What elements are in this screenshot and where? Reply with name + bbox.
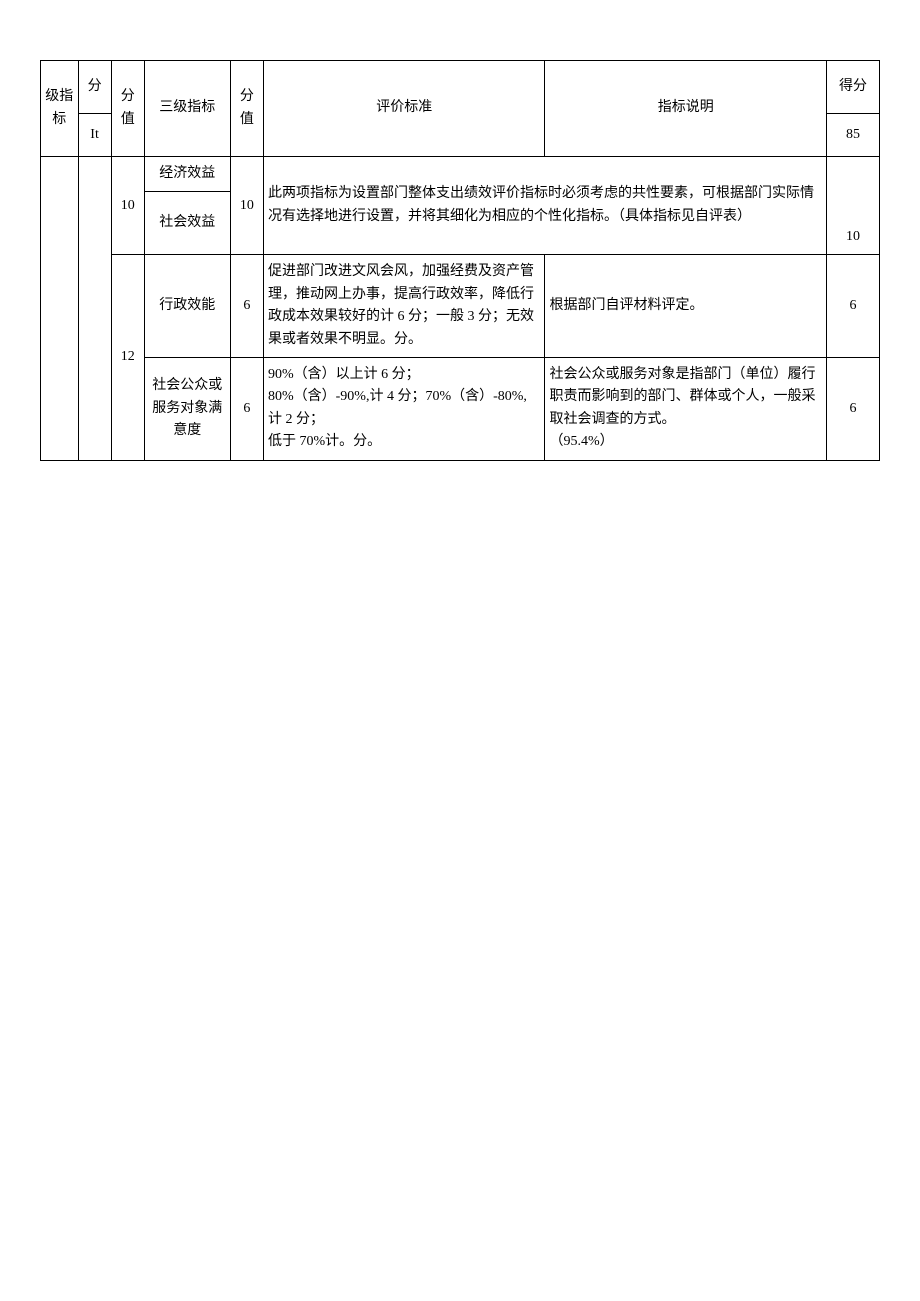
hdr-level3: 三级指标 (144, 61, 230, 157)
satis-label: 社会公众或服务对象满意度 (144, 357, 230, 460)
hdr-level: 级指标 (41, 61, 79, 157)
g1-text: 此两项指标为设置部门整体支出绩效评价指标时必须考虑的共性要素，可根据部门实际情况… (263, 157, 826, 255)
g2-fenzhi: 12 (111, 255, 144, 460)
level-empty (41, 157, 79, 461)
row-econ: 10 经济效益 10 此两项指标为设置部门整体支出绩效评价指标时必须考虑的共性要… (41, 157, 880, 192)
satis-criteria: 90%（含）以上计 6 分； 80%（含）-90%,计 4 分；70%（含）-8… (263, 357, 545, 460)
satis-explain: 社会公众或服务对象是指部门（单位）履行职责而影响到的部门、群体或个人，一般采取社… (545, 357, 827, 460)
hdr-criteria: 评价标准 (263, 61, 545, 157)
admin-explain: 根据部门自评材料评定。 (545, 255, 827, 358)
hdr-fen-top: 分 (78, 61, 111, 114)
header-row-top: 级指标 分 分值 三级指标 分值 评价标准 指标说明 得分 (41, 61, 880, 114)
g1-score: 10 (826, 157, 879, 255)
g1-fenzhi: 10 (111, 157, 144, 255)
row-admin: 12 行政效能 6 促进部门改进文风会风，加强经费及资产管理，推动网上办事，提高… (41, 255, 880, 358)
admin-label: 行政效能 (144, 255, 230, 358)
evaluation-table: 级指标 分 分值 三级指标 分值 评价标准 指标说明 得分 It 85 10 经… (40, 60, 880, 461)
satis-score: 6 (826, 357, 879, 460)
hdr-fenzhi2: 分值 (230, 61, 263, 157)
admin-criteria: 促进部门改进文风会风，加强经费及资产管理，推动网上办事，提高行政效率，降低行政成… (263, 255, 545, 358)
hdr-explain: 指标说明 (545, 61, 827, 157)
row-satis: 社会公众或服务对象满意度 6 90%（含）以上计 6 分； 80%（含）-90%… (41, 357, 880, 460)
admin-val: 6 (230, 255, 263, 358)
fenit-empty (78, 157, 111, 461)
hdr-score-top: 得分 (826, 61, 879, 114)
g1-val: 10 (230, 157, 263, 255)
hdr-score-bot: 85 (826, 114, 879, 157)
econ-label: 经济效益 (144, 157, 230, 192)
admin-score: 6 (826, 255, 879, 358)
social-label: 社会效益 (144, 192, 230, 255)
satis-val: 6 (230, 357, 263, 460)
hdr-fenzhi1: 分值 (111, 61, 144, 157)
hdr-fen-bot: It (78, 114, 111, 157)
